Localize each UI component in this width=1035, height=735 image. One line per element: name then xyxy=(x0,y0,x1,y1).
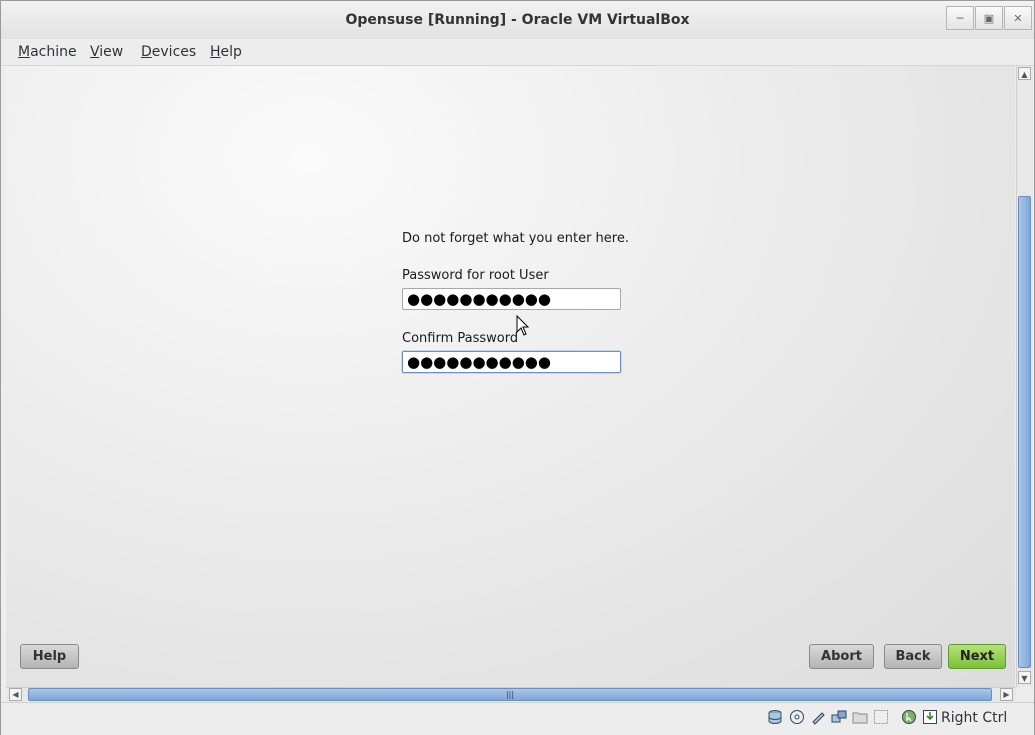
download-icon[interactable] xyxy=(922,709,938,725)
maximize-icon: ▣ xyxy=(983,11,995,25)
window-controls: ─ ▣ ✕ xyxy=(945,6,1032,30)
virtualbox-window: Opensuse [Running] - Oracle VM VirtualBo… xyxy=(0,0,1035,735)
host-key-label: Right Ctrl xyxy=(941,710,1008,726)
password-note: Do not forget what you enter here. xyxy=(402,231,629,246)
close-icon: ✕ xyxy=(1013,11,1023,25)
scroll-right-icon[interactable]: ▶ xyxy=(1000,688,1013,701)
display-icon[interactable] xyxy=(873,709,889,725)
abort-button[interactable]: Abort xyxy=(809,644,874,669)
minimize-button[interactable]: ─ xyxy=(946,6,974,30)
title-bar[interactable]: Opensuse [Running] - Oracle VM VirtualBo… xyxy=(1,1,1034,40)
minimize-icon: ─ xyxy=(956,11,964,25)
window-title: Opensuse [Running] - Oracle VM VirtualBo… xyxy=(345,12,690,28)
root-password-field[interactable]: ●●●●●●●●●●● xyxy=(402,288,621,310)
shared-folder-icon[interactable] xyxy=(852,709,868,725)
confirm-password-label: Confirm Password xyxy=(402,331,519,346)
menu-devices[interactable]: Devices xyxy=(141,44,196,60)
hard-disk-icon[interactable] xyxy=(767,709,783,725)
next-button[interactable]: Next xyxy=(948,644,1006,669)
horizontal-scrollbar[interactable]: ◀ ||| ▶ xyxy=(6,687,1016,702)
network-icon[interactable] xyxy=(831,709,847,725)
confirm-password-field[interactable]: ●●●●●●●●●●● xyxy=(402,351,621,373)
status-bar: Right Ctrl xyxy=(1,702,1034,735)
menu-help[interactable]: Help xyxy=(210,44,242,60)
mouse-pointer-icon xyxy=(516,315,530,336)
menu-bar: Machine View Devices Help xyxy=(1,39,1034,66)
close-button[interactable]: ✕ xyxy=(1004,6,1032,30)
scroll-left-icon[interactable]: ◀ xyxy=(9,688,22,701)
vm-display[interactable]: Do not forget what you enter here. Passw… xyxy=(6,66,1015,687)
maximize-button[interactable]: ▣ xyxy=(975,6,1003,30)
scroll-up-icon[interactable]: ▲ xyxy=(1018,67,1031,80)
help-button[interactable]: Help xyxy=(20,644,79,669)
menu-view[interactable]: View xyxy=(90,44,123,60)
password-label: Password for root User xyxy=(402,268,549,283)
menu-machine[interactable]: Machine xyxy=(18,44,77,60)
scroll-down-icon[interactable]: ▼ xyxy=(1018,671,1031,684)
back-button[interactable]: Back xyxy=(884,644,942,669)
usb-icon[interactable] xyxy=(810,709,826,725)
vertical-scroll-thumb[interactable] xyxy=(1018,196,1031,668)
optical-drive-icon[interactable] xyxy=(789,709,805,725)
mouse-integration-icon[interactable] xyxy=(901,709,917,725)
vertical-scrollbar[interactable]: ▲ ▼ xyxy=(1016,66,1033,687)
horizontal-scroll-thumb[interactable]: ||| xyxy=(28,688,992,701)
